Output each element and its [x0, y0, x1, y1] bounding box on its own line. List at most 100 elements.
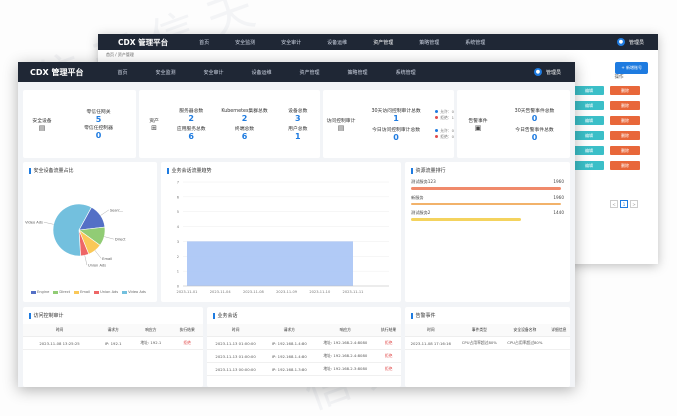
- asset-stat-label: 设备总数: [288, 109, 308, 114]
- access-table: 时间 请求方 响应方 执行结果 2023-11-08 13:25:25 IP: 192.…: [23, 324, 203, 350]
- table-cell: 2023-11-13 01:00:00: [207, 349, 265, 363]
- app-title: CDX 管理平台: [30, 67, 84, 77]
- y-tick-label: 2: [177, 255, 179, 259]
- table-header-row: 时间 请求方 响应方 执行结果: [207, 324, 401, 337]
- back-nav-item[interactable]: 安全监测: [222, 39, 268, 46]
- ranking-name: 测试服务123: [411, 179, 436, 184]
- audit-today-main: 今日访问控制审计总数 0: [359, 126, 433, 142]
- table-row[interactable]: 2023-11-13 01:00:00 IP: 192.168.1.4:80 地址:…: [207, 349, 401, 363]
- audit-label: 访问控制审计: [326, 118, 356, 124]
- column-header: 请求方: [96, 324, 131, 337]
- ranking-row: 新服务 1960: [411, 195, 564, 201]
- delete-button[interactable]: 删除: [610, 86, 640, 95]
- delete-button[interactable]: 删除: [610, 131, 640, 140]
- audit-30day-label: 30天访问控制审计总数: [371, 108, 421, 114]
- pie-label: Video Ads: [25, 221, 43, 225]
- legend-item[interactable]: Engine: [31, 290, 49, 294]
- doc-list-icon: ▤: [337, 123, 345, 132]
- add-account-button[interactable]: + 新增账号: [615, 62, 648, 74]
- ops-row: 编辑 删除: [574, 161, 654, 170]
- back-nav-item[interactable]: 资产管理: [360, 39, 406, 46]
- legend-item[interactable]: Direct: [53, 290, 70, 294]
- delete-button[interactable]: 删除: [610, 146, 640, 155]
- nav-item-monitor[interactable]: 安全监测: [141, 69, 189, 76]
- legend-item[interactable]: Email: [74, 290, 90, 294]
- panel-device-traffic: 安全设备流量占比 Searc... Direct Email Union Ads Vid…: [23, 162, 157, 302]
- audit-label-block: 访问控制审计 ▤: [323, 117, 359, 132]
- asset-stat-label: Kubernetes集群总数: [221, 109, 268, 114]
- legend-item[interactable]: Union Ads: [94, 290, 118, 294]
- y-tick-label: 1: [177, 270, 179, 274]
- table-cell: 2023-11-08 13:25:25: [23, 336, 97, 350]
- asset-stat-label: 用户总数: [288, 127, 308, 132]
- back-user-menu[interactable]: ● 管理员: [616, 38, 644, 46]
- alerts-values: 30天告警事件总数 0 今日告警事件总数 0: [499, 107, 570, 142]
- back-breadcrumb: 首页 / 资产管理: [106, 52, 134, 57]
- delete-button[interactable]: 删除: [610, 101, 640, 110]
- nav-item-policy[interactable]: 策略管理: [334, 69, 382, 76]
- back-nav-item[interactable]: 系统管理: [452, 39, 498, 46]
- table-row[interactable]: 2023-11-08 13:25:25 IP: 192.1 地址: 192.1 拒绝: [23, 336, 203, 350]
- pie-leader-line: [94, 250, 102, 259]
- area-series[interactable]: [187, 241, 353, 286]
- page-1-button[interactable]: 1: [620, 200, 628, 208]
- nav-item-assets[interactable]: 资产管理: [286, 69, 334, 76]
- table-cell: 地址: 192.1: [130, 336, 172, 350]
- edit-button[interactable]: 编辑: [574, 146, 604, 155]
- table-cell: IP: 192.168.1.4:80: [264, 349, 315, 363]
- table-cell: 拒绝: [171, 336, 203, 350]
- prev-page-button[interactable]: <: [610, 200, 618, 208]
- delete-button[interactable]: 删除: [610, 116, 640, 125]
- pie-label: Searc...: [110, 208, 124, 212]
- table-row[interactable]: 2023-11-13 01:00:00 IP: 192.168.1.4:80 地址:…: [207, 336, 401, 350]
- y-tick-label: 3: [177, 240, 179, 244]
- nav-item-system[interactable]: 系统管理: [382, 69, 430, 76]
- nav-item-home[interactable]: 首页: [103, 69, 141, 76]
- back-user-name: 管理员: [628, 39, 644, 46]
- alerts-30day-label: 30天告警事件总数: [514, 108, 555, 114]
- back-nav-item[interactable]: 安全审计: [268, 39, 314, 46]
- panel-resource-ranking: 资源流量排行 测试服务123 1960 新服务 1960 测试服务2 1440: [405, 162, 570, 302]
- pie-leader-line: [100, 209, 109, 216]
- ops-row: 编辑 删除: [574, 86, 654, 95]
- next-page-button[interactable]: >: [630, 200, 638, 208]
- gateway-value: 5: [95, 115, 102, 124]
- assets-label: 资产: [149, 118, 159, 124]
- edit-button[interactable]: 编辑: [574, 161, 604, 170]
- nav-item-ops[interactable]: 设备运维: [238, 69, 286, 76]
- ranking-item: 新服务 1960: [411, 195, 564, 205]
- audit-30day-main: 30天访问控制审计总数 1: [359, 107, 433, 123]
- legend-item[interactable]: Video Ads: [122, 290, 146, 294]
- back-nav-item[interactable]: 首页: [186, 39, 222, 46]
- column-header: 详细信息: [547, 324, 570, 337]
- card-access-audit: 访问控制审计 ▤ 30天访问控制审计总数 1 允许：0 拒绝：1 今日访问控制审…: [323, 90, 454, 158]
- audit-values: 30天访问控制审计总数 1 允许：0 拒绝：1 今日访问控制审计总数 0 允许：…: [359, 107, 454, 142]
- back-nav-item[interactable]: 设备运维: [314, 39, 360, 46]
- ops-row: 编辑 删除: [574, 101, 654, 110]
- edit-button[interactable]: 编辑: [574, 116, 604, 125]
- back-nav-item[interactable]: 策略管理: [406, 39, 452, 46]
- edit-button[interactable]: 编辑: [574, 101, 604, 110]
- column-header: 执行结果: [171, 324, 203, 337]
- deny-dot-icon: [435, 116, 439, 119]
- table-cell: 拒绝: [376, 362, 401, 376]
- asset-stat-label: 应用服务总数: [176, 127, 206, 132]
- table-row[interactable]: 2023-11-08 17:16:16 CPU占用率超过80% CPU占用率超过80…: [405, 336, 570, 350]
- nav-item-audit[interactable]: 安全审计: [190, 69, 238, 76]
- ranking-name: 新服务: [411, 194, 424, 200]
- edit-button[interactable]: 编辑: [574, 86, 604, 95]
- ranking-value: 1960: [553, 194, 564, 200]
- ops-row: 编辑 删除: [574, 146, 654, 155]
- edit-button[interactable]: 编辑: [574, 131, 604, 140]
- asset-stat: 应用服务总数 6: [169, 125, 213, 141]
- table-row[interactable]: 2023-11-13 00:00:00 IP: 192.168.1.3:80 地址:…: [207, 362, 401, 376]
- security-devices-values: 零信任网关 5 零信任控制器 0: [61, 108, 136, 140]
- y-tick-label: 0: [177, 285, 180, 289]
- delete-button[interactable]: 删除: [610, 161, 640, 170]
- pie-legend: Engine Direct Email Union Ads Video Ads: [31, 290, 146, 294]
- user-menu[interactable]: ● 管理员: [533, 68, 561, 76]
- column-header: 响应方: [314, 324, 377, 337]
- column-header: 时间: [207, 324, 265, 337]
- audit-deny: 拒绝：0: [435, 134, 454, 140]
- asset-stat-value: 2: [241, 114, 248, 123]
